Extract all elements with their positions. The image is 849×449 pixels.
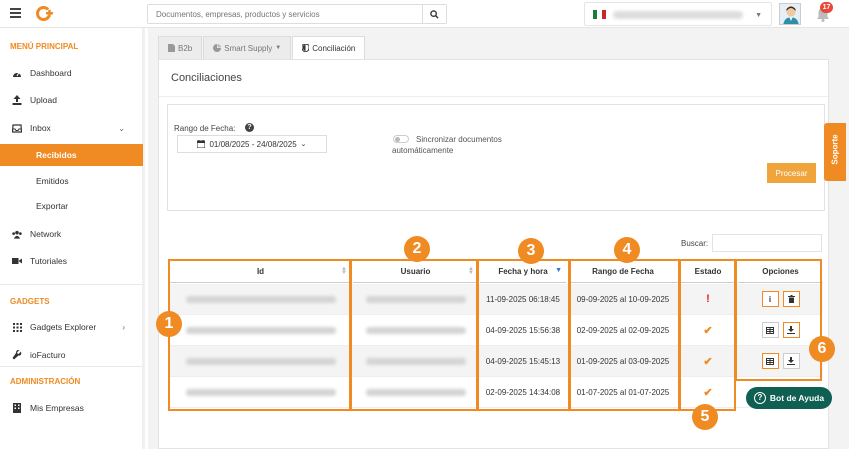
sidebar-item-label: Mis Empresas: [30, 403, 84, 413]
date-range-label: Rango de Fecha:: [174, 124, 236, 133]
sidebar-item-label: Upload: [30, 95, 57, 105]
divider: [0, 284, 143, 285]
company-selector[interactable]: ▼: [584, 2, 772, 26]
tab-conciliacion[interactable]: Conciliación: [292, 36, 366, 59]
sidebar-item-label: Network: [30, 229, 62, 239]
global-search: [147, 4, 447, 24]
help-bot-button[interactable]: ? Bot de Ayuda: [746, 387, 832, 409]
building-icon: [12, 403, 22, 413]
sidebar-item-label: ioFacturo: [30, 350, 66, 360]
inbox-icon: [12, 123, 22, 133]
section-title-admin: ADMINISTRACIÓN: [10, 377, 81, 386]
mexico-flag-icon: [593, 10, 606, 19]
sidebar-item-mis-empresas[interactable]: Mis Empresas: [0, 397, 143, 419]
calendar-icon: [197, 140, 206, 148]
sync-toggle[interactable]: [393, 135, 409, 143]
filter-box: Rango de Fecha: ? 01/08/2025 - 24/08/202…: [167, 104, 825, 211]
highlight-usuario-column: [350, 259, 478, 411]
highlight-id-column: [168, 259, 351, 411]
sidebar-item-label: Exportar: [36, 201, 69, 211]
pie-chart-icon: [213, 44, 222, 52]
sidebar-item-label: Recibidos: [36, 150, 77, 160]
sidebar-item-dashboard[interactable]: Dashboard: [0, 62, 143, 84]
chevron-down-icon: ⌄: [300, 141, 307, 148]
video-icon: [12, 256, 22, 266]
chevron-down-icon: ⌄: [118, 123, 125, 133]
menu-icon[interactable]: [10, 8, 21, 18]
dashboard-icon: [12, 68, 22, 78]
sidebar-item-gadgets-explorer[interactable]: Gadgets Explorer ›: [0, 316, 143, 338]
sidebar-item-network[interactable]: Network: [0, 223, 143, 245]
sidebar-item-label: Inbox: [30, 123, 51, 133]
sidebar-item-label: Tutoriales: [30, 256, 68, 266]
annotation-number-1: 1: [156, 311, 182, 337]
sync-label: Sincronizar documentos automáticamente: [392, 135, 502, 155]
sidebar-item-label: Gadgets Explorer: [30, 322, 97, 332]
tab-b2b[interactable]: B2b: [158, 36, 203, 59]
tab-label: B2b: [178, 43, 193, 53]
caret-down-icon: ▼: [275, 45, 282, 51]
bot-label: Bot de Ayuda: [769, 393, 825, 403]
search-icon: [430, 9, 439, 19]
user-avatar-icon: [780, 4, 800, 24]
sidebar-item-inbox[interactable]: Inbox ⌄: [0, 117, 143, 139]
sidebar-item-recibidos[interactable]: Recibidos: [0, 144, 143, 166]
page-title: Conciliaciones: [171, 72, 242, 84]
support-tab[interactable]: Soporte: [824, 123, 846, 181]
sidebar-item-tutoriales[interactable]: Tutoriales: [0, 250, 143, 272]
date-range-picker[interactable]: 01/08/2025 - 24/08/2025 ⌄: [177, 135, 327, 153]
highlight-fecha-column: [477, 259, 570, 411]
highlight-opciones-column: [735, 259, 822, 381]
highlight-rango-column: [569, 259, 680, 411]
app-logo[interactable]: [35, 5, 53, 23]
grid-icon: [12, 322, 22, 332]
upload-icon: [12, 95, 22, 105]
tab-label: Smart Supply: [224, 43, 273, 53]
top-bar: ▼ 17: [0, 0, 849, 28]
company-name-redacted: [613, 11, 743, 19]
annotation-number-6: 6: [809, 336, 835, 362]
search-button[interactable]: [422, 5, 446, 23]
annotation-number-3: 3: [518, 238, 544, 264]
help-icon: ?: [753, 392, 766, 404]
support-label: Soporte: [830, 134, 840, 165]
sidebar: MENÚ PRINCIPAL Dashboard Upload Inbox ⌄ …: [0, 28, 145, 449]
chevron-right-icon: ›: [122, 322, 125, 332]
sidebar-item-iofacturo[interactable]: ioFacturo: [0, 344, 143, 366]
document-icon: [168, 44, 175, 52]
sidebar-item-upload[interactable]: Upload: [0, 89, 143, 111]
annotation-number-2: 2: [404, 236, 430, 262]
wrench-icon: [12, 350, 22, 360]
tab-smart-supply[interactable]: Smart Supply ▼: [203, 36, 292, 59]
shield-icon: [302, 44, 310, 52]
search-label: Buscar:: [681, 239, 709, 248]
highlight-estado-column: [679, 259, 736, 411]
date-range-value: 01/08/2025 - 24/08/2025: [209, 139, 297, 149]
sidebar-item-label: Emitidos: [36, 176, 69, 186]
process-button[interactable]: Procesar: [767, 163, 816, 183]
section-title-main: MENÚ PRINCIPAL: [10, 42, 79, 51]
sidebar-item-label: Dashboard: [30, 68, 72, 78]
sidebar-item-emitidos[interactable]: Emitidos: [0, 170, 143, 192]
avatar[interactable]: [779, 3, 801, 25]
tab-bar: B2b Smart Supply ▼ Conciliación: [158, 36, 366, 59]
sidebar-item-exportar[interactable]: Exportar: [0, 195, 143, 217]
network-icon: [12, 229, 22, 239]
chevron-down-icon: ▼: [755, 12, 762, 19]
notification-badge: 17: [820, 2, 833, 13]
help-icon[interactable]: ?: [245, 123, 254, 132]
annotation-number-4: 4: [614, 237, 640, 263]
annotation-number-5: 5: [692, 404, 718, 430]
tab-label: Conciliación: [312, 43, 356, 53]
divider: [159, 96, 828, 97]
table-search-input[interactable]: [712, 234, 822, 252]
search-input[interactable]: [148, 5, 418, 23]
divider: [0, 366, 143, 367]
section-title-gadgets: GADGETS: [10, 297, 50, 306]
